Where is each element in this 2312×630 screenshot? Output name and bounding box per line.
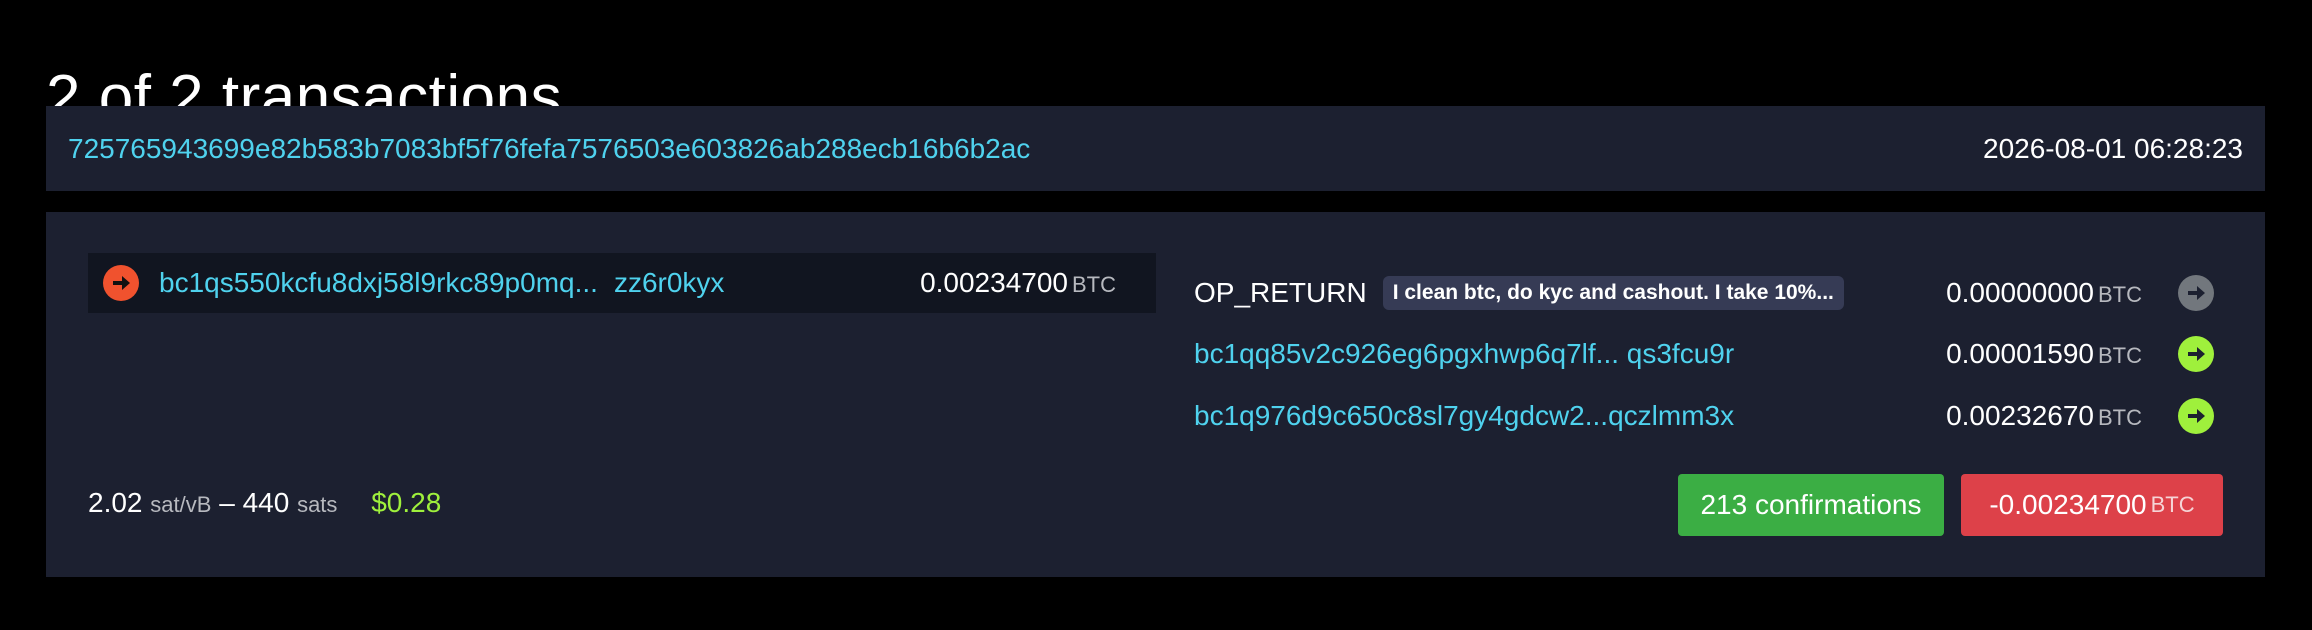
fee-rate-unit: sat/vB <box>150 492 212 517</box>
transaction-header: 725765943699e82b583b7083bf5f76fefa757650… <box>46 106 2265 191</box>
output-row: bc1q976d9c650c8sl7gy4gdcw2...qczlmm3x 0.… <box>1194 391 2254 441</box>
fee-rate: 2.02 <box>88 487 143 518</box>
fee-separator: – <box>219 487 235 518</box>
arrow-right-circle-icon[interactable] <box>2178 398 2214 434</box>
output-amount: 0.00001590 BTC <box>1946 338 2142 370</box>
arrow-right-circle-icon[interactable] <box>2178 336 2214 372</box>
fee-total-unit: sats <box>297 492 338 517</box>
net-amount-button[interactable]: -0.00234700 BTC <box>1961 474 2223 536</box>
arrow-right-circle-icon[interactable] <box>2178 275 2214 311</box>
output-amount-value: 0.00000000 <box>1946 277 2094 308</box>
output-amount-unit: BTC <box>2098 405 2142 430</box>
fee-usd: $0.28 <box>371 487 442 518</box>
output-amount-unit: BTC <box>2098 282 2142 307</box>
input-row: bc1qs550kcfu8dxj58l9rkc89p0mq... zz6r0kyx… <box>88 253 1156 313</box>
fee-total: 440 <box>242 487 290 518</box>
txid-link[interactable]: 725765943699e82b583b7083bf5f76fefa757650… <box>68 133 1030 165</box>
arrow-right-circle-icon[interactable] <box>103 265 139 301</box>
input-address-end: zz6r0kyx <box>613 267 725 298</box>
output-amount-value: 0.00232670 <box>1946 400 2094 431</box>
output-address-link[interactable]: bc1q976d9c650c8sl7gy4gdcw2...qczlmm3x <box>1194 400 1734 432</box>
input-amount-unit: BTC <box>1072 272 1116 297</box>
transaction-body: bc1qs550kcfu8dxj58l9rkc89p0mq... zz6r0kyx… <box>46 212 2265 577</box>
transaction-timestamp: 2026-08-01 06:28:23 <box>1983 132 2243 164</box>
output-row-op-return: OP_RETURN I clean btc, do kyc and cashou… <box>1194 268 2254 318</box>
output-address-link[interactable]: bc1qq85v2c926eg6pgxhwp6q7lf... qs3fcu9r <box>1194 338 1734 370</box>
net-amount-value: -0.00234700 <box>1989 489 2147 520</box>
op-return-label: OP_RETURN <box>1194 277 1367 308</box>
fee-info: 2.02 sat/vB – 440 sats $0.28 <box>88 487 441 519</box>
input-amount-value: 0.00234700 <box>920 267 1068 298</box>
input-address-start: bc1qs550kcfu8dxj58l9rkc89p0mq... <box>159 267 598 298</box>
input-address-link[interactable]: bc1qs550kcfu8dxj58l9rkc89p0mq... zz6r0kyx <box>159 267 724 299</box>
output-amount: 0.00000000 BTC <box>1946 277 2142 309</box>
output-row: bc1qq85v2c926eg6pgxhwp6q7lf... qs3fcu9r … <box>1194 329 2254 379</box>
confirmations-button[interactable]: 213 confirmations <box>1678 474 1944 536</box>
net-amount-unit: BTC <box>2150 492 2195 517</box>
op-return-message: I clean btc, do kyc and cashout. I take … <box>1382 276 1844 310</box>
input-amount: 0.00234700 BTC <box>920 267 1116 299</box>
output-amount: 0.00232670 BTC <box>1946 400 2142 432</box>
output-amount-unit: BTC <box>2098 343 2142 368</box>
output-amount-value: 0.00001590 <box>1946 338 2094 369</box>
